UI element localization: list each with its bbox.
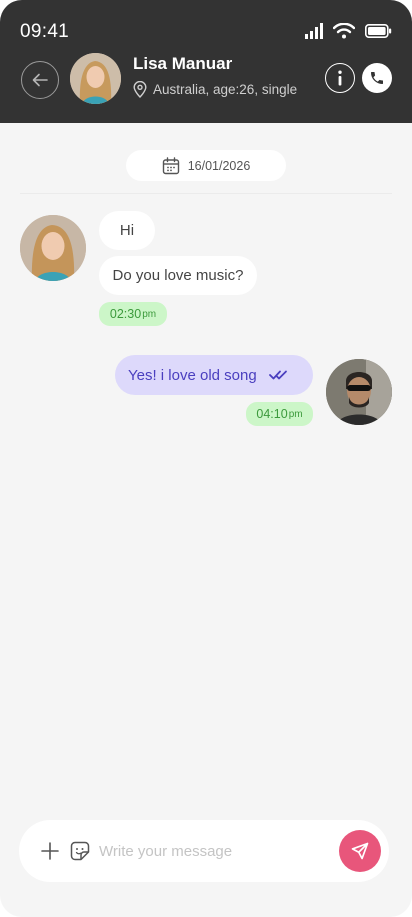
incoming-time-badge: 02:30 pm (99, 302, 167, 326)
outgoing-avatar[interactable] (326, 359, 392, 425)
chat-header: 09:41 Lisa Manuar Australia, age:26, sin… (0, 0, 412, 123)
incoming-time-suffix: pm (142, 308, 157, 320)
incoming-message[interactable]: Hi (99, 211, 155, 250)
wifi-icon (333, 23, 355, 39)
outgoing-message[interactable]: Yes! i love old song (115, 355, 313, 395)
message-input[interactable] (99, 838, 329, 864)
double-check-icon (268, 370, 287, 380)
call-button[interactable] (362, 63, 392, 93)
incoming-message-text: Do you love music? (112, 267, 244, 284)
back-button[interactable] (21, 61, 59, 99)
outgoing-avatar-image (326, 359, 392, 425)
contact-avatar-image (70, 53, 121, 104)
incoming-avatar[interactable] (20, 215, 86, 281)
phone-icon (371, 72, 383, 84)
outgoing-message-text: Yes! i love old song (128, 366, 257, 384)
info-button[interactable] (325, 63, 355, 93)
incoming-avatar-image (20, 215, 86, 281)
send-icon (351, 842, 369, 860)
chat-screen: 09:41 Lisa Manuar Australia, age:26, sin… (0, 0, 412, 917)
battery-icon (365, 24, 392, 38)
outgoing-time-suffix: pm (288, 408, 303, 420)
incoming-time: 02:30 (109, 307, 142, 321)
contact-name: Lisa Manuar (133, 54, 233, 73)
incoming-message-text: Hi (119, 222, 135, 239)
date-pill: 16/01/2026 (126, 150, 286, 181)
sticker-icon[interactable] (70, 841, 90, 861)
status-time: 09:41 (20, 21, 70, 42)
contact-avatar[interactable] (70, 53, 121, 104)
location-pin-icon (133, 81, 147, 98)
status-icons (305, 23, 392, 39)
outgoing-time: 04:10 (256, 407, 288, 421)
outgoing-time-badge: 04:10 pm (246, 402, 313, 426)
date-text: 16/01/2026 (187, 158, 251, 173)
date-divider (20, 193, 392, 194)
contact-meta: Australia, age:26, single (133, 81, 297, 98)
send-button[interactable] (339, 830, 381, 872)
message-composer (19, 820, 389, 882)
calendar-icon (162, 156, 179, 174)
plus-icon[interactable] (40, 841, 60, 861)
signal-icon (305, 23, 323, 39)
incoming-message[interactable]: Do you love music? (99, 256, 257, 295)
info-icon (338, 70, 342, 86)
back-arrow-icon (32, 73, 48, 87)
contact-meta-text: Australia, age:26, single (153, 82, 298, 97)
